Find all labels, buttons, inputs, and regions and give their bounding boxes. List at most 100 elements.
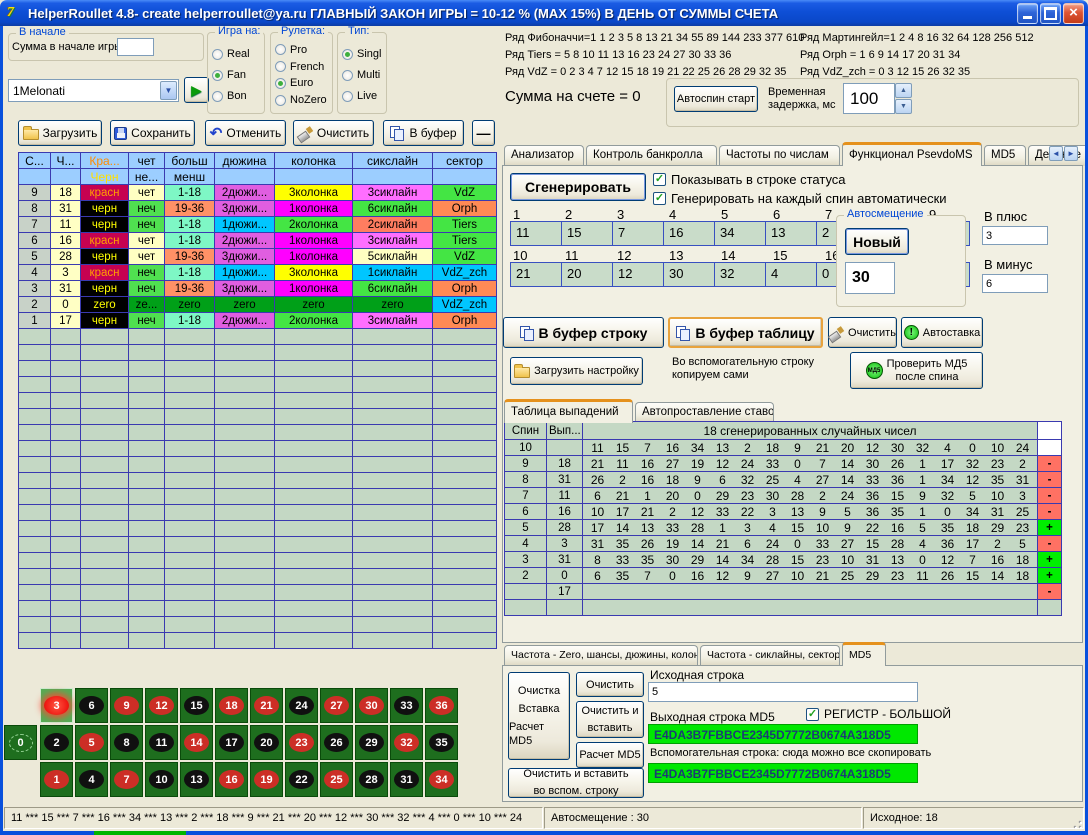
radio-option-real[interactable]: Real	[212, 48, 264, 60]
save-button[interactable]: Сохранить	[110, 120, 195, 146]
board-cell-1[interactable]: 1	[40, 762, 73, 797]
md5-clear-insert-button[interactable]: Очистить ивставить	[576, 701, 644, 738]
autoshift-value[interactable]: 30	[845, 262, 895, 294]
radio-option-french[interactable]: French	[275, 61, 332, 73]
radio-option-multi[interactable]: Multi	[342, 69, 386, 81]
board-cell-17[interactable]: 17	[215, 725, 248, 760]
spinner-up-icon[interactable]: ▲	[895, 83, 912, 98]
show-status-checkbox[interactable]: Показывать в строке статуса	[653, 172, 846, 187]
autospin-start-button[interactable]: Автоспин старт	[674, 86, 758, 112]
board-cell-18[interactable]: 18	[215, 688, 248, 723]
resize-grip[interactable]	[1071, 818, 1084, 831]
board-cell-10[interactable]: 10	[145, 762, 178, 797]
history-cell: 1-18	[165, 233, 215, 249]
board-cell-8[interactable]: 8	[110, 725, 143, 760]
board-cell-15[interactable]: 15	[180, 688, 213, 723]
buffer-line-button[interactable]: В буфер строку	[503, 317, 664, 348]
md5-calc-button[interactable]: Расчет MD5	[576, 742, 644, 768]
collapse-button[interactable]: —	[472, 120, 495, 146]
board-cell-6[interactable]: 6	[75, 688, 108, 723]
md5-big-button[interactable]: ОчисткаВставкаРасчет MD5	[508, 672, 570, 760]
plus-input[interactable]	[982, 226, 1048, 245]
maximize-button[interactable]	[1040, 3, 1061, 24]
profile-combobox[interactable]: 1Melonati ▼	[8, 79, 179, 102]
md5-clear-button[interactable]: Очистить	[576, 672, 644, 697]
chevron-down-icon[interactable]: ▼	[160, 81, 177, 100]
board-cell-34[interactable]: 34	[425, 762, 458, 797]
md5-source-input[interactable]	[648, 682, 918, 702]
board-cell-32[interactable]: 32	[390, 725, 423, 760]
tab-results-1[interactable]: Таблица выпадений	[504, 399, 633, 423]
minimize-button[interactable]	[1017, 3, 1038, 24]
tab-main-1[interactable]: Анализатор	[504, 145, 584, 166]
board-cell-2[interactable]: 2	[40, 725, 73, 760]
board-cell-28[interactable]: 28	[355, 762, 388, 797]
generate-button[interactable]: Сгенерировать	[510, 173, 646, 201]
radio-option-pro[interactable]: Pro	[275, 44, 332, 56]
play-button[interactable]	[184, 77, 209, 103]
undo-button[interactable]: Отменить	[205, 120, 286, 146]
to-buffer-button[interactable]: В буфер	[383, 120, 464, 146]
radio-option-bon[interactable]: Bon	[212, 90, 264, 102]
load-button[interactable]: Загрузить	[18, 120, 102, 146]
delay-spinner-value[interactable]: 100	[843, 83, 895, 114]
board-cell-33[interactable]: 33	[390, 688, 423, 723]
clear-generated-button[interactable]: Очистить	[828, 317, 897, 348]
tab-freq-3[interactable]: MD5	[842, 642, 886, 666]
tab-main-3[interactable]: Частоты по числам	[719, 145, 840, 166]
board-cell-7[interactable]: 7	[110, 762, 143, 797]
board-cell-zero[interactable]: 0	[4, 725, 37, 760]
board-cell-36[interactable]: 36	[425, 688, 458, 723]
tab-main-4[interactable]: Функционал PsevdoMS	[842, 142, 982, 166]
board-cell-26[interactable]: 26	[320, 725, 353, 760]
board-cell-21[interactable]: 21	[250, 688, 283, 723]
new-button[interactable]: Новый	[845, 228, 909, 255]
board-cell-3[interactable]: 3	[40, 688, 73, 723]
start-sum-input[interactable]	[117, 38, 154, 56]
board-cell-29[interactable]: 29	[355, 725, 388, 760]
board-cell-12[interactable]: 12	[145, 688, 178, 723]
board-cell-22[interactable]: 22	[285, 762, 318, 797]
clear-button[interactable]: Очистить	[293, 120, 374, 146]
radio-option-nozero[interactable]: NoZero	[275, 94, 332, 106]
close-button[interactable]	[1063, 3, 1084, 24]
board-cell-9[interactable]: 9	[110, 688, 143, 723]
board-cell-14[interactable]: 14	[180, 725, 213, 760]
board-cell-30[interactable]: 30	[355, 688, 388, 723]
board-cell-20[interactable]: 20	[250, 725, 283, 760]
tab-freq-2[interactable]: Частота - сиклайны, сектора	[700, 645, 840, 666]
tab-main-2[interactable]: Контроль банкролла	[586, 145, 717, 166]
radio-option-live[interactable]: Live	[342, 90, 386, 102]
tab-scroll-left-icon[interactable]: ◄	[1049, 146, 1063, 161]
check-md5-button[interactable]: Проверить МД5после спина	[850, 352, 983, 389]
tab-main-5[interactable]: MD5	[984, 145, 1026, 166]
board-cell-31[interactable]: 31	[390, 762, 423, 797]
tab-freq-1[interactable]: Частота - Zero, шансы, дюжины, колонки	[504, 645, 698, 666]
radio-option-euro[interactable]: Euro	[275, 77, 332, 89]
board-cell-19[interactable]: 19	[250, 762, 283, 797]
num: 2	[810, 489, 835, 503]
radio-option-singl[interactable]: Singl	[342, 48, 386, 60]
board-cell-13[interactable]: 13	[180, 762, 213, 797]
md5-case-checkbox[interactable]: РЕГИСТР - БОЛЬШОЙ	[806, 707, 951, 721]
board-cell-5[interactable]: 5	[75, 725, 108, 760]
load-settings-button[interactable]: Загрузить настройку	[510, 357, 643, 385]
tab-scroll-right-icon[interactable]: ►	[1064, 146, 1078, 161]
board-cell-16[interactable]: 16	[215, 762, 248, 797]
spinner-down-icon[interactable]: ▼	[895, 99, 912, 114]
board-cell-11[interactable]: 11	[145, 725, 178, 760]
minus-input[interactable]	[982, 274, 1048, 293]
radio-option-fan[interactable]: Fan	[212, 69, 264, 81]
md5-clear-insert-aux-button[interactable]: Очистить и вставитьво вспом. строку	[508, 768, 644, 798]
generate-each-spin-checkbox[interactable]: Генерировать на каждый спин автоматическ…	[653, 191, 947, 206]
titlebar[interactable]: HelperRoullet 4.8- create helperroullet@…	[0, 0, 1088, 26]
board-cell-25[interactable]: 25	[320, 762, 353, 797]
board-cell-24[interactable]: 24	[285, 688, 318, 723]
tab-results-2[interactable]: Автопроставление ставок	[635, 402, 774, 423]
board-cell-23[interactable]: 23	[285, 725, 318, 760]
buffer-table-button[interactable]: В буфер таблицу	[668, 317, 823, 348]
board-cell-4[interactable]: 4	[75, 762, 108, 797]
board-cell-27[interactable]: 27	[320, 688, 353, 723]
autobet-button[interactable]: Автоставка	[901, 317, 983, 348]
board-cell-35[interactable]: 35	[425, 725, 458, 760]
